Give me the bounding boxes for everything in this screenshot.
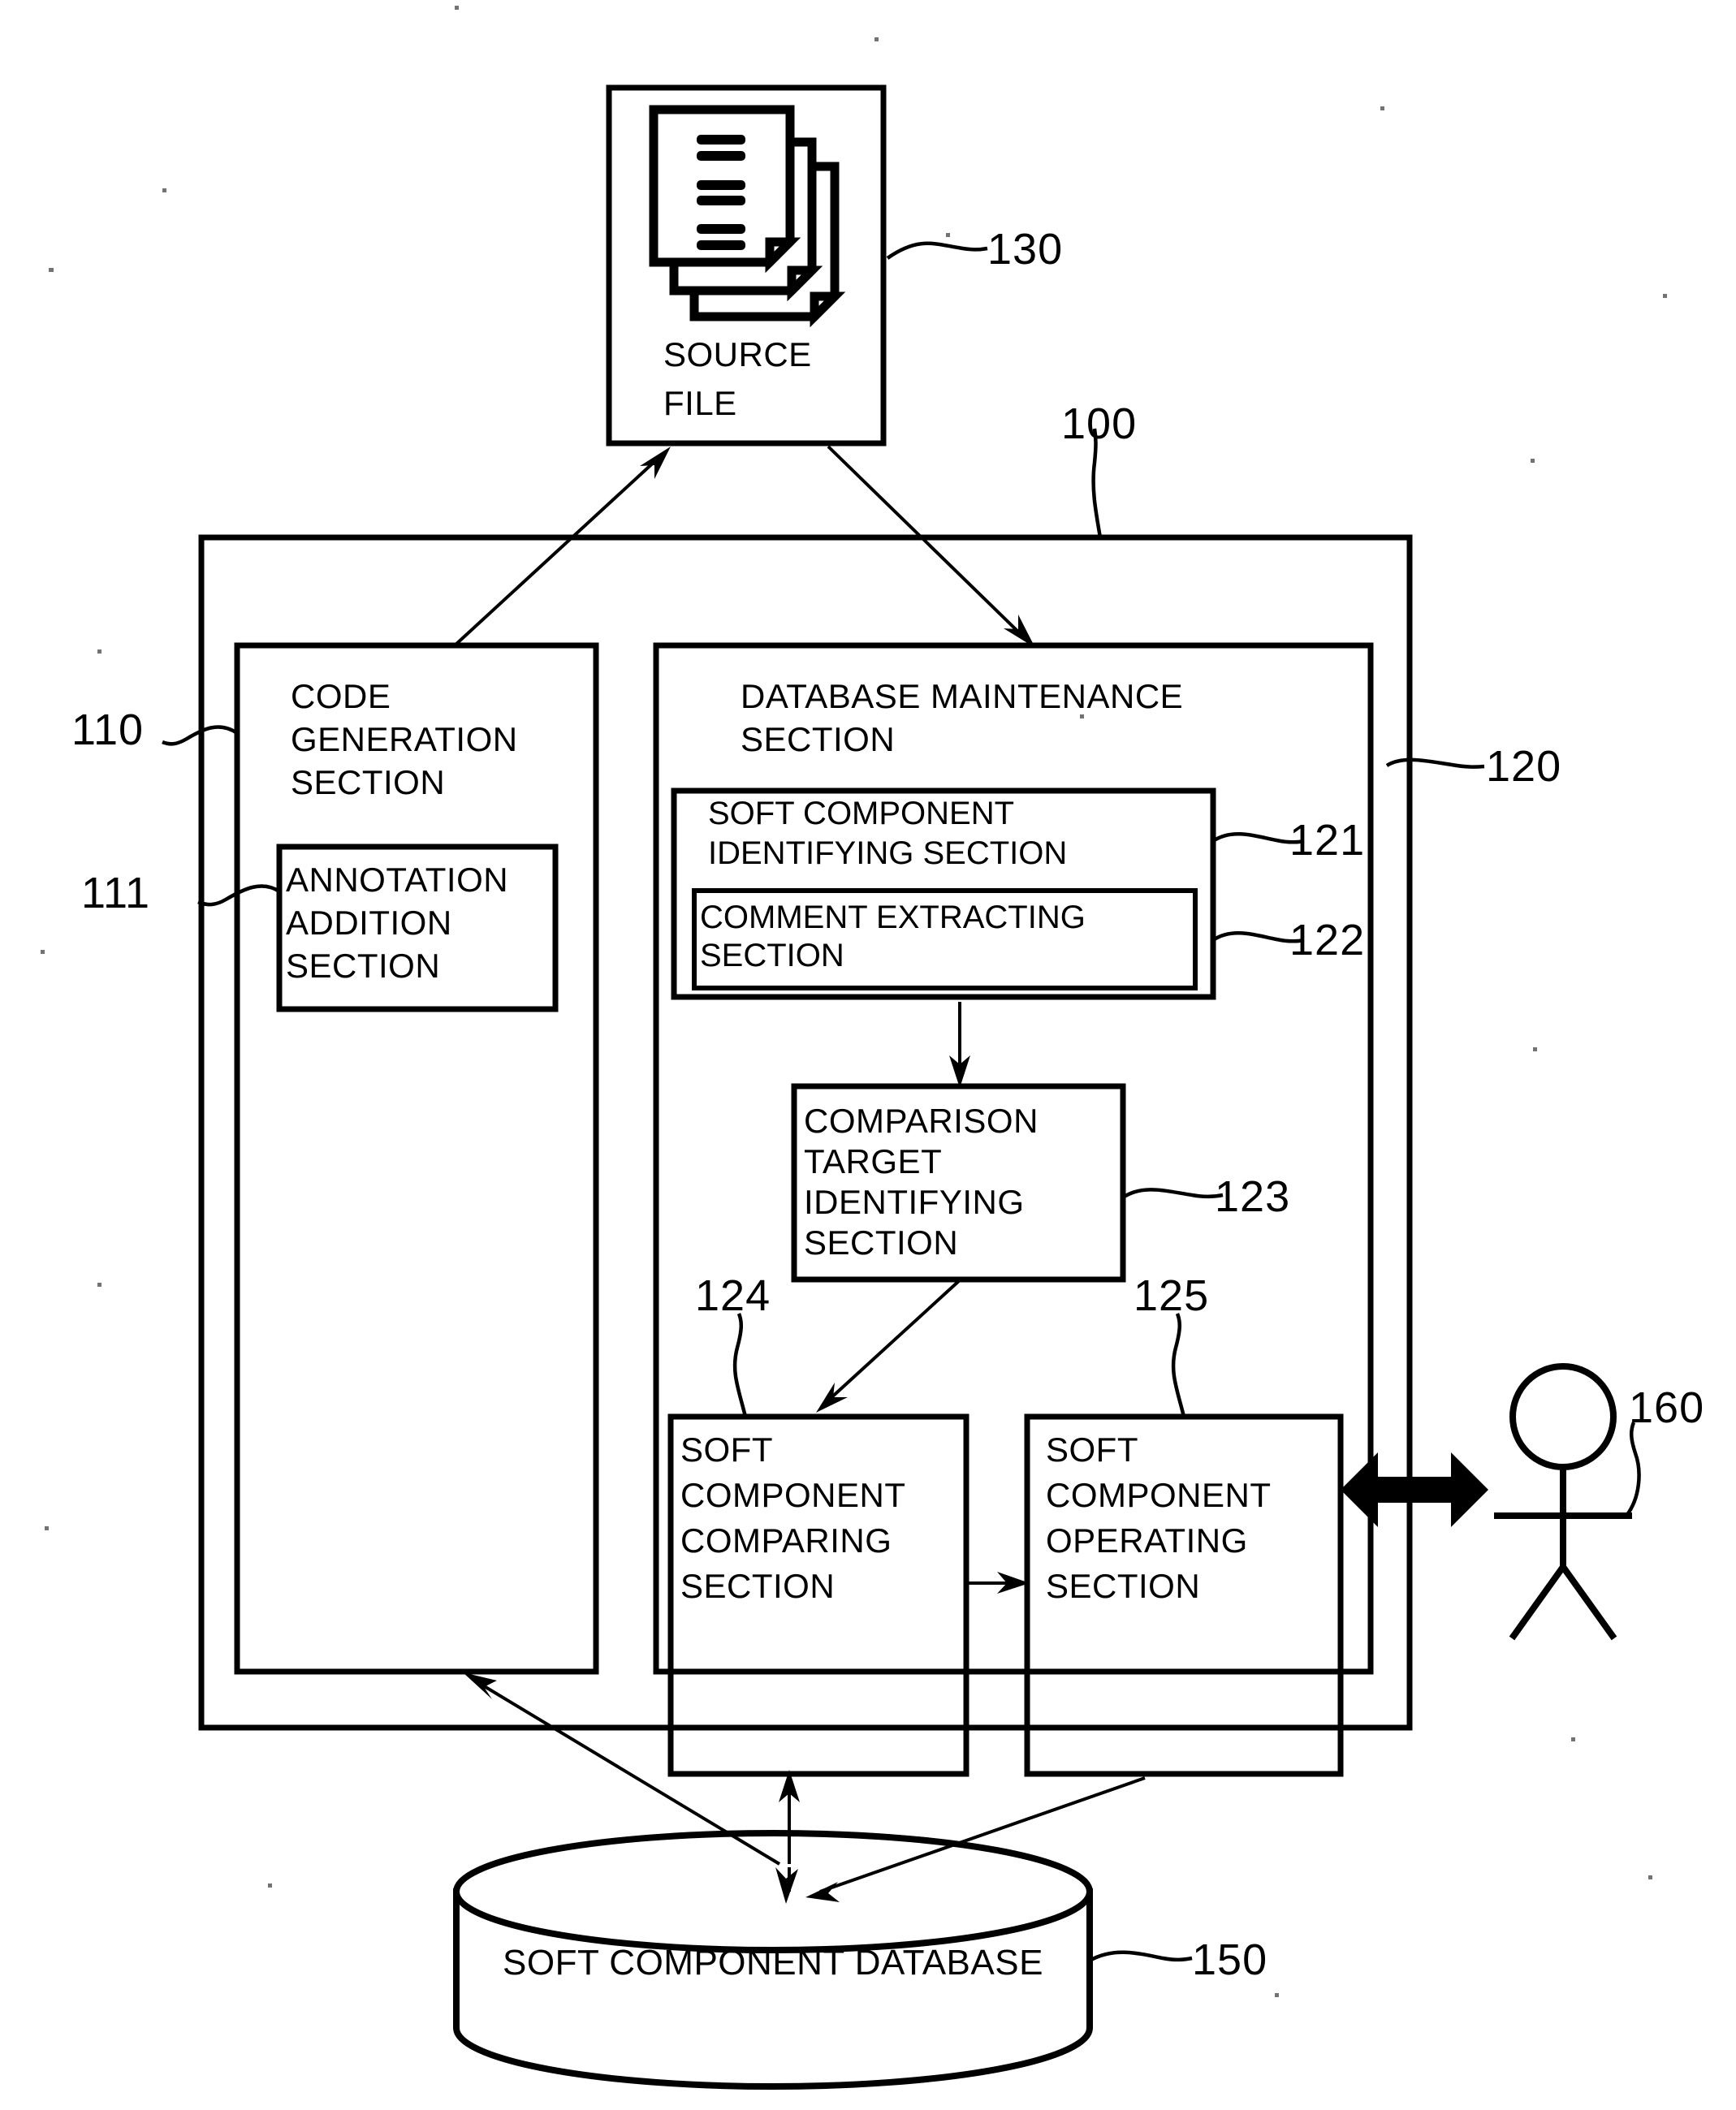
source-file-node: SOURCE FILE 130 — [606, 84, 1063, 447]
comparison-target-title-line4: SECTION — [804, 1223, 958, 1262]
comparison-target-title-line2: TARGET — [804, 1142, 942, 1180]
arrow-comparison-to-comparing — [816, 1278, 962, 1413]
code-generation-title-line1: CODE — [291, 677, 391, 715]
soft-component-comparing-title-line4: SECTION — [680, 1567, 835, 1605]
document-stack-icon — [649, 105, 846, 328]
code-generation-title-line3: SECTION — [291, 763, 445, 801]
ref-120: 120 — [1486, 742, 1561, 791]
ref-124: 124 — [695, 1271, 771, 1320]
ref-124-leader — [732, 1313, 748, 1417]
ref-160-leader — [1625, 1422, 1641, 1517]
soft-component-database-label: SOFT COMPONENT DATABASE — [503, 1943, 1043, 1983]
soft-component-identifying-title-line2: IDENTIFYING SECTION — [708, 835, 1067, 871]
ref-111: 111 — [81, 869, 150, 917]
database-maintenance-title-line1: DATABASE MAINTENANCE — [741, 677, 1183, 715]
comment-extracting-title-line1: COMMENT EXTRACTING — [700, 900, 1086, 935]
code-generation-title-line2: GENERATION — [291, 720, 518, 758]
ref-130: 130 — [987, 225, 1063, 274]
soft-component-comparing-title-line1: SOFT — [680, 1430, 773, 1469]
database-maintenance-title-line2: SECTION — [741, 720, 895, 758]
user-exchange-arrow — [1341, 1452, 1488, 1527]
soft-component-database-node: SOFT COMPONENT DATABASE 150 — [453, 1830, 1267, 2090]
annotation-addition-title-line2: ADDITION — [286, 904, 452, 942]
ref-125-leader — [1171, 1313, 1186, 1417]
ref-100: 100 — [1061, 399, 1137, 448]
annotation-addition-title-line3: SECTION — [286, 947, 440, 985]
arrow-database-to-codegen — [463, 1672, 781, 1866]
ref-123: 123 — [1215, 1172, 1290, 1221]
source-file-label-line2: FILE — [663, 384, 737, 422]
soft-component-comparing-title-line3: COMPARING — [680, 1521, 892, 1560]
patent-figure: SOURCE FILE 130 100 CODE GENERATION SECT… — [0, 0, 1736, 2110]
arrow-codegen-to-sourcefile — [453, 447, 671, 647]
ref-130-leader — [886, 241, 988, 260]
ref-121: 121 — [1289, 816, 1365, 865]
comparison-target-title-line3: IDENTIFYING — [804, 1183, 1025, 1221]
comment-extracting-title-line2: SECTION — [700, 938, 844, 973]
ref-160: 160 — [1629, 1383, 1704, 1432]
ref-150-leader — [1088, 1950, 1193, 1962]
user-stick-figure — [1494, 1363, 1632, 1641]
ref-125: 125 — [1134, 1271, 1209, 1320]
ref-150: 150 — [1192, 1935, 1267, 1984]
comparison-target-title-line1: COMPARISON — [804, 1102, 1039, 1140]
source-file-label-line1: SOURCE — [663, 335, 812, 373]
arrow-comparing-to-operating — [966, 1572, 1030, 1594]
ref-123-leader — [1121, 1188, 1224, 1199]
soft-component-identifying-title-line1: SOFT COMPONENT — [708, 796, 1014, 831]
ref-110: 110 — [71, 705, 144, 754]
scan-noise — [41, 6, 1667, 2050]
soft-component-comparing-title-line2: COMPONENT — [680, 1476, 906, 1514]
arrow-identifying-to-comparison — [949, 1002, 970, 1088]
ref-122: 122 — [1289, 916, 1365, 964]
ref-120-leader — [1385, 757, 1485, 769]
soft-component-operating-title-line1: SOFT — [1046, 1430, 1138, 1469]
soft-component-operating-title-line3: OPERATING — [1046, 1521, 1248, 1560]
annotation-addition-title-line1: ANNOTATION — [286, 861, 508, 899]
soft-component-operating-title-line2: COMPONENT — [1046, 1476, 1272, 1514]
arrow-sourcefile-to-dbmaintenance — [827, 445, 1035, 648]
soft-component-operating-title-line4: SECTION — [1046, 1567, 1200, 1605]
